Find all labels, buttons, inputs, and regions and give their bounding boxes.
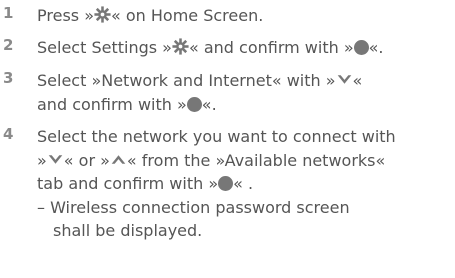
text-run: Select the network you want to connect w… bbox=[37, 127, 396, 146]
gear-icon bbox=[94, 6, 111, 23]
text-run: « . bbox=[233, 174, 254, 193]
step-line: Select Settings » « and confirm with » «. bbox=[37, 36, 452, 60]
text-run: and confirm with » bbox=[37, 94, 187, 114]
text-run: « from the »Available networks« bbox=[126, 150, 386, 170]
gear-icon bbox=[172, 38, 189, 55]
down-arrow-icon bbox=[336, 71, 353, 88]
text-run: « on Home Screen. bbox=[110, 6, 264, 25]
ok-button-icon bbox=[218, 176, 234, 191]
text-run: « bbox=[352, 71, 363, 90]
text-run: shall be displayed. bbox=[53, 221, 203, 240]
step-number: 1 bbox=[3, 4, 14, 22]
text-run: tab and confirm with » bbox=[37, 174, 219, 193]
text-run: «. bbox=[201, 94, 217, 114]
step-number: 4 bbox=[3, 125, 14, 143]
text-run: « and confirm with » bbox=[188, 38, 354, 57]
text-run: Select Settings » bbox=[37, 38, 172, 57]
step-line: shall be displayed. bbox=[37, 219, 452, 243]
step-number: 2 bbox=[3, 36, 14, 54]
up-arrow-icon bbox=[110, 151, 127, 168]
step-line: – Wireless connection password screen bbox=[37, 196, 452, 220]
down-arrow-icon bbox=[47, 151, 64, 168]
step-line: Select »Network and Internet« with » « bbox=[37, 69, 452, 93]
text-run: Select »Network and Internet« with » bbox=[37, 71, 336, 90]
step-line: and confirm with » «. bbox=[37, 93, 452, 117]
text-run: Press » bbox=[37, 6, 94, 25]
step-line: Press » « on Home Screen. bbox=[37, 4, 452, 28]
text-run: » bbox=[37, 150, 47, 170]
step-text: Select Settings » « and confirm with » «. bbox=[37, 36, 452, 60]
step-text: Press » « on Home Screen. bbox=[37, 4, 452, 28]
step-line: » « or » « from the »Available networks« bbox=[37, 149, 452, 173]
step-text: Select the network you want to connect w… bbox=[37, 125, 452, 243]
text-run: – Wireless connection password screen bbox=[37, 197, 350, 217]
text-run: « or » bbox=[63, 150, 110, 170]
step-line: Select the network you want to connect w… bbox=[37, 125, 452, 149]
text-run: «. bbox=[368, 38, 384, 57]
step-text: Select »Network and Internet« with » « an… bbox=[37, 69, 452, 116]
step-number: 3 bbox=[3, 69, 14, 87]
ok-button-icon bbox=[186, 96, 202, 112]
step-line: tab and confirm with » « . bbox=[37, 172, 452, 196]
ok-button-icon bbox=[353, 40, 369, 55]
